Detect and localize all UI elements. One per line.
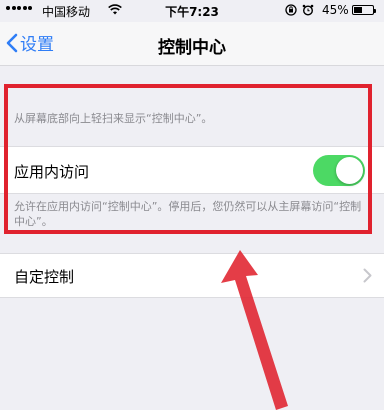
app-access-toggle[interactable]: [313, 155, 365, 186]
status-bar: 中国移动 下午7:23 45%: [0, 0, 384, 22]
battery-fill: [354, 7, 362, 13]
battery-percent: 45%: [322, 3, 349, 17]
chevron-right-icon: [363, 268, 372, 283]
battery-icon: [352, 5, 376, 15]
nav-bar: 设置 控制中心: [0, 22, 384, 66]
swipe-hint-text: 从屏幕底部向上轻扫来显示“控制中心”。: [14, 112, 213, 125]
toggle-knob: [336, 157, 363, 184]
app-access-row: 应用内访问: [0, 146, 384, 194]
custom-controls-row[interactable]: 自定控制: [0, 253, 384, 298]
custom-controls-label: 自定控制: [14, 268, 75, 286]
alarm-icon: [302, 4, 314, 19]
app-access-hint-text: 允许在应用内访问“控制中心”。停用后，您仍然可以从主屏幕访问“控制中心”。: [14, 200, 362, 228]
page-title: 控制中心: [158, 38, 226, 58]
app-access-label: 应用内访问: [14, 163, 90, 181]
rotation-lock-icon: [285, 4, 297, 19]
